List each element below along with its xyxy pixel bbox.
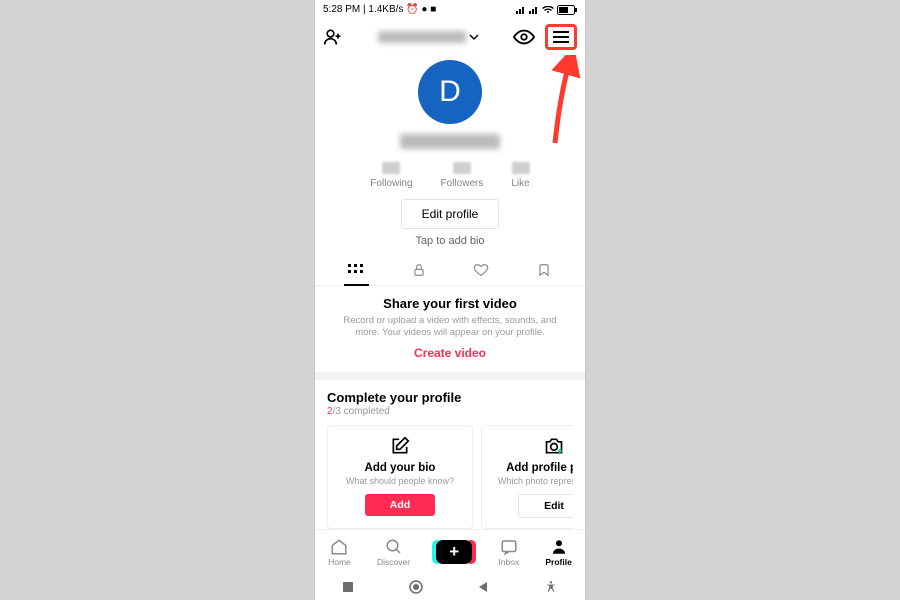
tab-grid[interactable]	[325, 257, 388, 285]
tab-locked[interactable]	[388, 257, 451, 285]
complete-title: Complete your profile	[327, 390, 573, 405]
tap-to-add-bio[interactable]: Tap to add bio	[315, 235, 585, 247]
views-icon[interactable]	[513, 26, 535, 48]
share-desc: Record or upload a video with effects, s…	[333, 315, 567, 341]
sys-home[interactable]	[409, 580, 423, 594]
chevron-down-icon	[469, 32, 479, 42]
home-icon	[329, 538, 349, 556]
profile-stats: Following Followers Like	[315, 162, 585, 189]
edit-profile-button[interactable]: Edit profile	[401, 199, 500, 229]
hamburger-menu-button[interactable]	[545, 24, 577, 50]
edit-icon	[390, 436, 410, 456]
create-video-link[interactable]: Create video	[333, 346, 567, 360]
handle	[400, 134, 500, 154]
profile-icon	[550, 538, 568, 556]
nav-profile[interactable]: Profile	[545, 538, 571, 567]
inbox-icon	[500, 538, 518, 556]
status-bar: 5:28 PM | 1.4KB/s ⏰ ● ■	[315, 0, 585, 20]
username-blurred	[378, 31, 466, 43]
bottom-nav: Home Discover + Inbox Profile	[315, 529, 585, 574]
username-dropdown[interactable]	[378, 31, 479, 43]
card-add-bio: Add your bio What should people know? Ad…	[327, 425, 473, 529]
avatar-letter: D	[439, 75, 461, 109]
card-add-photo: Add profile photo Which photo represents…	[481, 425, 573, 529]
tab-saved[interactable]	[513, 257, 576, 285]
complete-progress: 2/3 completed	[327, 406, 573, 417]
camera-icon	[544, 436, 564, 456]
share-title: Share your first video	[333, 296, 567, 311]
section-divider	[315, 372, 585, 380]
signal-icon	[529, 6, 539, 14]
add-friend-icon[interactable]	[323, 27, 343, 47]
nav-inbox[interactable]: Inbox	[498, 538, 519, 567]
add-bio-button[interactable]: Add	[365, 494, 435, 516]
create-button[interactable]: +	[436, 540, 472, 564]
signal-icon	[516, 6, 526, 14]
status-left: 5:28 PM | 1.4KB/s ⏰ ● ■	[323, 4, 436, 15]
share-first-video: Share your first video Record or upload …	[315, 286, 585, 373]
system-nav	[315, 574, 585, 600]
edit-photo-button[interactable]: Edit	[518, 494, 573, 518]
complete-profile-section: Complete your profile 2/3 completed Add …	[315, 380, 585, 529]
battery-icon	[557, 5, 577, 15]
nav-create[interactable]: +	[436, 540, 472, 564]
stat-following[interactable]: Following	[370, 162, 412, 189]
profile-top-bar	[315, 20, 585, 54]
wifi-icon	[542, 6, 554, 14]
nav-discover[interactable]: Discover	[377, 538, 410, 567]
status-right-icons	[516, 5, 577, 15]
sys-accessibility[interactable]	[544, 580, 558, 594]
sys-recent[interactable]	[342, 581, 354, 593]
stat-like[interactable]: Like	[511, 162, 529, 189]
stat-followers[interactable]: Followers	[441, 162, 484, 189]
tab-liked[interactable]	[450, 257, 513, 285]
content-tabs	[315, 257, 585, 286]
avatar[interactable]: D	[418, 60, 482, 124]
search-icon	[385, 538, 403, 556]
sys-back[interactable]	[477, 581, 489, 593]
phone-frame: 5:28 PM | 1.4KB/s ⏰ ● ■ D Following F	[315, 0, 585, 600]
nav-home[interactable]: Home	[328, 538, 351, 567]
